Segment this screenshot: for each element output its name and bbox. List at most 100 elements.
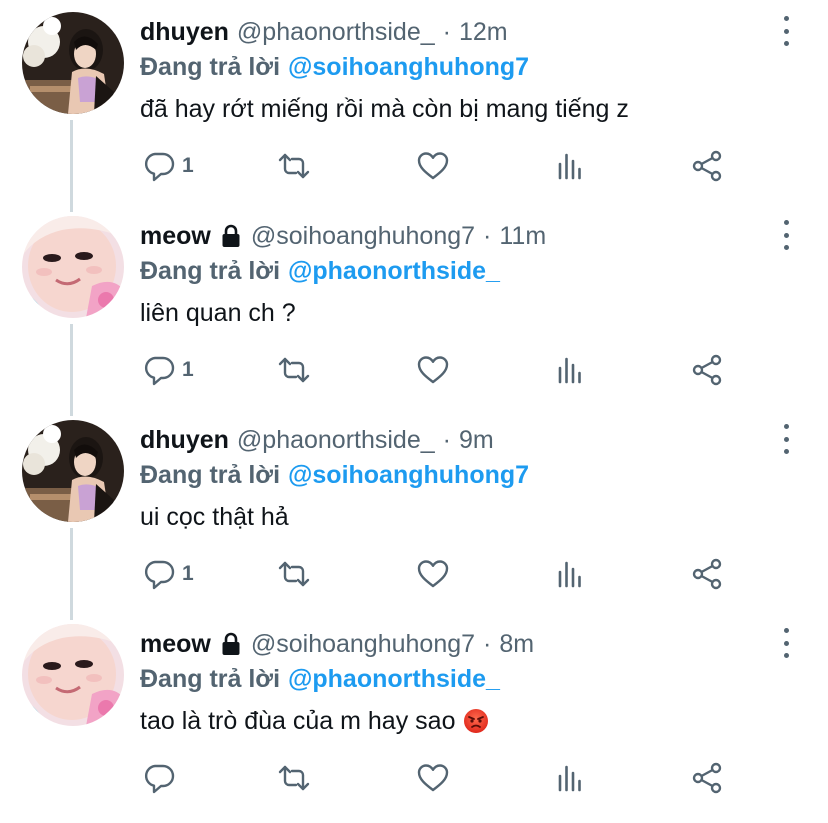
stats-button[interactable] — [554, 352, 588, 388]
lock-icon — [222, 632, 240, 655]
lock-icon — [222, 224, 240, 247]
more-options-icon[interactable] — [774, 220, 798, 250]
replying-to-label: Đang trả lời — [140, 460, 281, 489]
replying-to-label: Đang trả lời — [140, 52, 281, 81]
display-name[interactable]: dhuyen — [140, 18, 229, 47]
avatar[interactable] — [22, 420, 124, 522]
stats-button[interactable] — [554, 148, 588, 184]
reply-icon — [144, 152, 175, 182]
replying-to: Đang trả lời @soihoanghuhong7 — [140, 50, 529, 84]
tweet-text-content: tao là trò đùa của m hay sao — [140, 706, 456, 735]
reply-icon — [144, 356, 175, 386]
tweet-header: dhuyen @phaonorthside_ · 9m — [140, 422, 494, 458]
replying-to: Đang trả lời @phaonorthside_ — [140, 662, 500, 696]
retweet-icon — [278, 765, 310, 791]
timestamp[interactable]: 12m — [459, 18, 508, 47]
user-handle[interactable]: @soihoanghuhong7 — [251, 630, 475, 659]
like-button[interactable] — [416, 148, 450, 184]
stats-icon — [558, 561, 581, 588]
share-button[interactable] — [690, 760, 724, 796]
reply-button[interactable]: 1 — [142, 148, 194, 184]
retweet-icon — [278, 153, 310, 179]
like-button[interactable] — [416, 760, 450, 796]
tweet-text-content: liên quan ch ? — [140, 298, 296, 327]
stats-icon — [558, 153, 581, 180]
separator-dot: · — [483, 221, 492, 250]
reply-button[interactable] — [142, 760, 182, 796]
tweet[interactable]: meow @soihoanghuhong7 · 8m Đang trả lời … — [0, 612, 828, 816]
tweet-text: tao là trò đùa của m hay sao — [140, 703, 489, 739]
display-name[interactable]: meow — [140, 222, 211, 251]
share-icon — [692, 762, 722, 794]
more-options-icon[interactable] — [774, 628, 798, 658]
replying-to: Đang trả lời @phaonorthside_ — [140, 254, 500, 288]
replying-to-link[interactable]: @soihoanghuhong7 — [288, 53, 529, 82]
separator-dot: · — [442, 17, 451, 46]
heart-icon — [417, 356, 449, 384]
more-options-icon[interactable] — [774, 16, 798, 46]
stats-icon — [558, 357, 581, 384]
replying-to: Đang trả lời @soihoanghuhong7 — [140, 458, 529, 492]
retweet-icon — [278, 357, 310, 383]
user-handle[interactable]: @soihoanghuhong7 — [251, 222, 475, 251]
like-button[interactable] — [416, 556, 450, 592]
share-button[interactable] — [690, 556, 724, 592]
stats-button[interactable] — [554, 556, 588, 592]
share-icon — [692, 354, 722, 386]
retweet-icon — [278, 561, 310, 587]
user-handle[interactable]: @phaonorthside_ — [237, 18, 435, 47]
reply-thread: dhuyen @phaonorthside_ · 12m Đang trả lờ… — [0, 0, 828, 823]
retweet-button[interactable] — [277, 760, 311, 796]
replying-to-link[interactable]: @phaonorthside_ — [288, 257, 500, 286]
user-handle[interactable]: @phaonorthside_ — [237, 426, 435, 455]
more-options-icon[interactable] — [774, 424, 798, 454]
reply-count: 1 — [182, 154, 194, 177]
tweet[interactable]: dhuyen @phaonorthside_ · 9m Đang trả lời… — [0, 408, 828, 612]
avatar[interactable] — [22, 216, 124, 318]
angry-face-emoji — [464, 709, 489, 733]
share-button[interactable] — [690, 352, 724, 388]
separator-dot: · — [442, 425, 451, 454]
reply-icon — [144, 560, 175, 590]
separator-dot: · — [483, 629, 492, 658]
tweet-text: liên quan ch ? — [140, 295, 296, 331]
replying-to-link[interactable]: @soihoanghuhong7 — [288, 461, 529, 490]
tweet-header: meow @soihoanghuhong7 · 8m — [140, 626, 534, 662]
share-button[interactable] — [690, 148, 724, 184]
action-bar: 1 — [140, 148, 740, 184]
display-name[interactable]: dhuyen — [140, 426, 229, 455]
share-icon — [692, 150, 722, 182]
timestamp[interactable]: 11m — [499, 222, 546, 251]
avatar[interactable] — [22, 624, 124, 726]
tweet-text: ui cọc thật hả — [140, 499, 289, 535]
display-name[interactable]: meow — [140, 630, 211, 659]
retweet-button[interactable] — [277, 148, 311, 184]
replying-to-label: Đang trả lời — [140, 256, 281, 285]
retweet-button[interactable] — [277, 556, 311, 592]
timestamp[interactable]: 9m — [459, 426, 494, 455]
reply-count: 1 — [182, 358, 194, 381]
timestamp[interactable]: 8m — [499, 630, 534, 659]
replying-to-label: Đang trả lời — [140, 664, 281, 693]
heart-icon — [417, 764, 449, 792]
like-button[interactable] — [416, 352, 450, 388]
tweet[interactable]: meow @soihoanghuhong7 · 11m Đang trả lời… — [0, 204, 828, 408]
tweet[interactable]: dhuyen @phaonorthside_ · 12m Đang trả lờ… — [0, 0, 828, 204]
replying-to-link[interactable]: @phaonorthside_ — [288, 665, 500, 694]
tweet-text-content: ui cọc thật hả — [140, 502, 289, 531]
stats-button[interactable] — [554, 760, 588, 796]
avatar[interactable] — [22, 12, 124, 114]
tweet-text: đã hay rớt miếng rồi mà còn bị mang tiến… — [140, 91, 629, 127]
action-bar: 1 — [140, 556, 740, 592]
reply-button[interactable]: 1 — [142, 352, 194, 388]
heart-icon — [417, 152, 449, 180]
stats-icon — [558, 765, 581, 792]
action-bar: 1 — [140, 352, 740, 388]
retweet-button[interactable] — [277, 352, 311, 388]
tweet-text-content: đã hay rớt miếng rồi mà còn bị mang tiến… — [140, 94, 629, 123]
reply-button[interactable]: 1 — [142, 556, 194, 592]
reply-icon — [144, 764, 175, 794]
heart-icon — [417, 560, 449, 588]
share-icon — [692, 558, 722, 590]
tweet-header: dhuyen @phaonorthside_ · 12m — [140, 14, 508, 50]
